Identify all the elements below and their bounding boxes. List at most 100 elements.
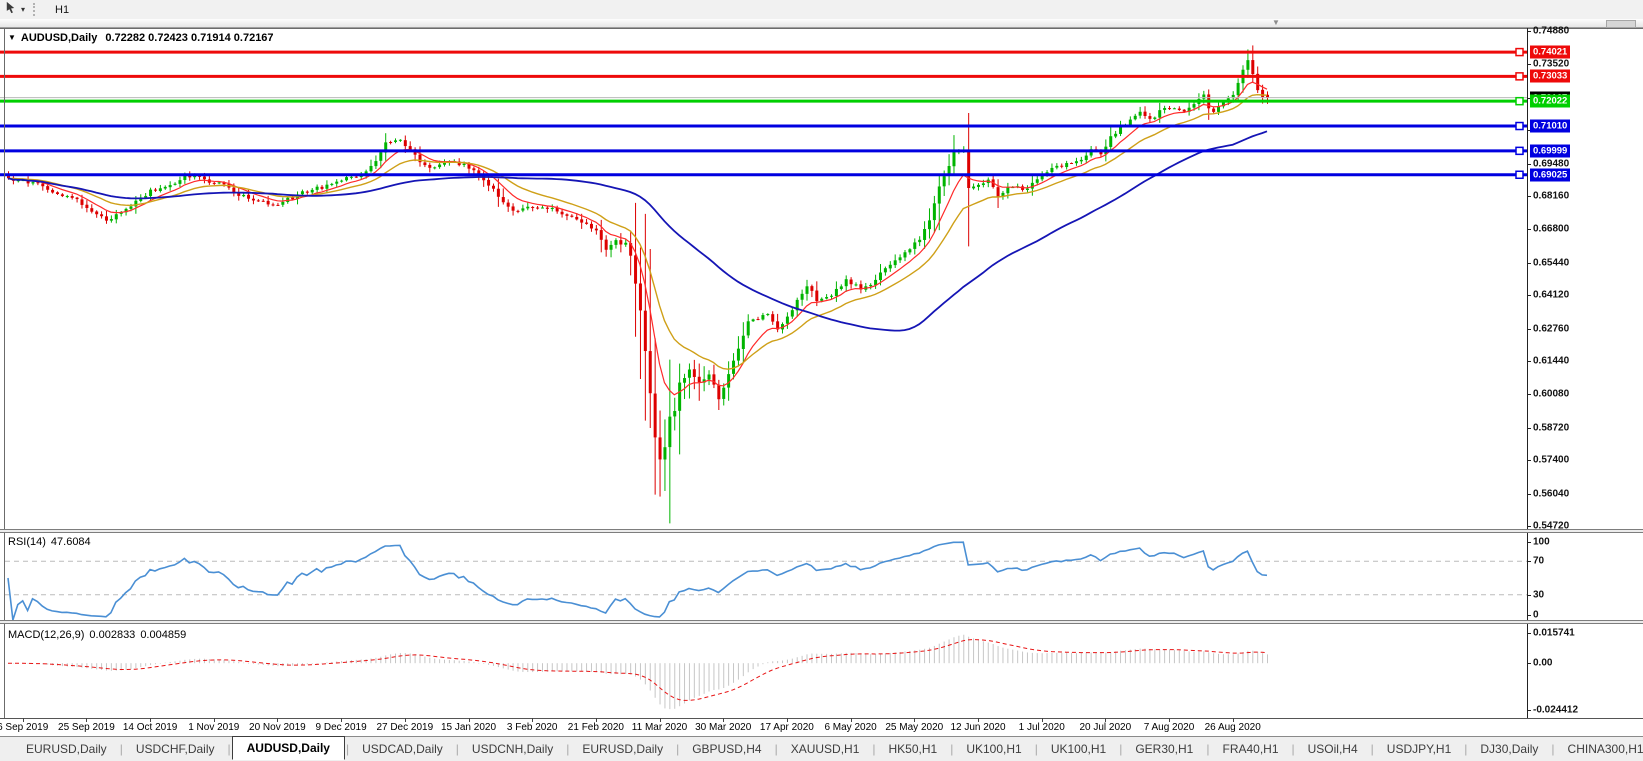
macd-histogram [8, 634, 1268, 710]
price-line-label: 0.74021 [1530, 45, 1571, 59]
chart-tab-usoil-h4[interactable]: USOil,H4 [1296, 739, 1370, 759]
price-line-marker[interactable] [1515, 121, 1524, 131]
moving-average-ema8 [7, 81, 1268, 396]
rsi-tick-mark [1527, 561, 1531, 563]
price-tick-mark [1527, 64, 1531, 66]
rsi-indicator-value: 47.6084 [50, 536, 91, 548]
cursor-tool-button[interactable]: ▾ [0, 1, 29, 18]
macd-signal-line [8, 639, 1268, 701]
chart-tab-eurusd-daily[interactable]: EURUSD,Daily [570, 739, 675, 759]
trading-platform-window: ▾ M1M5M15M30H1H4D1W1MN ▼ ▼ AUDUSD,Daily 0.… [0, 0, 1643, 761]
rsi-tick-mark [1527, 615, 1531, 616]
chart-symbol-period: AUDUSD,Daily [20, 32, 98, 44]
date-tick-label: 26 Aug 2020 [1204, 722, 1261, 733]
tab-separator: | [1034, 742, 1038, 756]
macd-signal-value: 0.004859 [140, 629, 187, 641]
chart-tab-gbpusd-h4[interactable]: GBPUSD,H4 [680, 739, 773, 759]
tab-separator: | [676, 742, 680, 756]
chart-tab-china300-h1[interactable]: CHINA300,H1 [1556, 739, 1643, 759]
chart-tab-audusd-daily[interactable]: AUDUSD,Daily [231, 735, 345, 760]
price-tick-label: 0.64120 [1533, 289, 1570, 301]
chart-canvas[interactable] [0, 28, 1643, 719]
price-line-label: 0.72022 [1530, 94, 1571, 108]
chart-tab-uk100-h1[interactable]: UK100,H1 [1039, 739, 1118, 759]
chart-tab-fra40-h1[interactable]: FRA40,H1 [1210, 739, 1290, 759]
chart-area[interactable]: ▼ AUDUSD,Daily 0.72282 0.72423 0.71914 0.7… [0, 25, 1643, 736]
chart-ohlc-values: 0.72282 0.72423 0.71914 0.72167 [105, 32, 274, 44]
price-tick-mark [1527, 196, 1531, 197]
chart-scrollbar[interactable]: ▼ [0, 19, 1643, 28]
chart-tab-hk50-h1[interactable]: HK50,H1 [877, 739, 950, 759]
price-tick-label: 0.60080 [1533, 388, 1570, 400]
price-tick-mark [1527, 460, 1531, 462]
panel-splitter-macd[interactable] [0, 620, 1643, 624]
price-tick-label: 0.57400 [1533, 454, 1570, 466]
price-tick-mark [1527, 328, 1531, 330]
price-line-marker[interactable] [1515, 72, 1524, 81]
price-line-marker[interactable] [1515, 146, 1524, 156]
tab-separator: | [1551, 742, 1555, 756]
rsi-panel-header: RSI(14) 47.6084 [8, 536, 96, 548]
macd-scale-label: -0.024412 [1533, 704, 1579, 716]
collapse-arrow-icon[interactable]: ▼ [8, 33, 16, 42]
tab-separator: | [774, 742, 778, 756]
price-line-label: 0.69999 [1530, 144, 1571, 158]
chart-tab-dj30-daily[interactable]: DJ30,Daily [1468, 739, 1550, 759]
moving-average-sma55 [7, 130, 1268, 332]
chart-tab-bar: EURUSD,Daily | USDCHF,Daily | AUDUSD,Daily | U… [0, 735, 1643, 761]
price-tick-label: 0.62760 [1533, 323, 1570, 335]
price-tick-mark [1527, 295, 1531, 297]
price-line-label: 0.71010 [1530, 119, 1571, 133]
price-line-marker[interactable] [1515, 170, 1524, 180]
chart-tab-xauusd-h1[interactable]: XAUUSD,H1 [779, 739, 872, 759]
rsi-tick-mark [1527, 542, 1531, 543]
timeframe-toolbar: ▾ M1M5M15M30H1H4D1W1MN [0, 0, 1643, 80]
chevron-down-icon[interactable]: ▾ [21, 5, 25, 14]
tab-separator: | [872, 742, 876, 756]
price-tick-label: 0.65440 [1533, 257, 1570, 269]
rsi-scale-label: 0 [1533, 609, 1539, 621]
price-line-marker[interactable] [1515, 47, 1524, 57]
rsi-scale-label: 70 [1533, 555, 1545, 567]
scrollbar-thumb[interactable] [1606, 20, 1636, 28]
panel-splitter-rsi[interactable] [0, 529, 1643, 533]
chart-tab-usdcad-daily[interactable]: USDCAD,Daily [350, 739, 455, 759]
chart-tab-eurusd-daily[interactable]: EURUSD,Daily [14, 739, 119, 759]
chart-tab-usdchf-daily[interactable]: USDCHF,Daily [124, 739, 227, 759]
price-tick-mark [1527, 493, 1531, 495]
macd-indicator-value: 0.002833 [89, 629, 136, 641]
price-tick-mark [1527, 361, 1531, 362]
price-tick-label: 0.58720 [1533, 422, 1570, 434]
toolbar-grip[interactable] [33, 3, 39, 16]
timeframe-button-h1[interactable]: H1 [46, 2, 85, 18]
tab-separator: | [1291, 742, 1295, 756]
chart-top-border [0, 28, 1643, 29]
price-tick-label: 0.66800 [1533, 223, 1570, 235]
tab-separator: | [227, 742, 231, 756]
price-tick-label: 0.54720 [1533, 520, 1570, 532]
chart-tab-usdjpy-h1[interactable]: USDJPY,H1 [1375, 739, 1463, 759]
chart-tabs: EURUSD,Daily | USDCHF,Daily | AUDUSD,Daily | U… [14, 735, 1643, 760]
macd-tick-mark [1527, 663, 1531, 665]
tab-separator: | [1464, 742, 1468, 756]
price-line-marker[interactable] [1515, 96, 1524, 106]
price-tick-mark [1527, 427, 1531, 429]
chart-tab-ger30-h1[interactable]: GER30,H1 [1123, 739, 1205, 759]
rsi-scale-label: 30 [1533, 589, 1545, 601]
price-tick-mark [1527, 394, 1531, 396]
chart-left-border [4, 28, 5, 718]
tab-separator: | [455, 742, 459, 756]
chart-shift-marker[interactable]: ▼ [1272, 19, 1280, 27]
price-tick-label: 0.74880 [1533, 25, 1570, 37]
macd-indicator-label: MACD(12,26,9) [8, 629, 85, 641]
tab-separator: | [1119, 742, 1123, 756]
macd-scale-label: 0.015741 [1533, 627, 1575, 639]
candlestick-series [7, 45, 1269, 524]
tab-separator: | [1206, 742, 1210, 756]
rsi-tick-mark [1527, 594, 1531, 596]
cursor-tool-icon [4, 1, 17, 19]
chart-tab-uk100-h1[interactable]: UK100,H1 [954, 739, 1033, 759]
chart-tab-usdcnh-daily[interactable]: USDCNH,Daily [460, 739, 565, 759]
price-tick-label: 0.73520 [1533, 58, 1570, 70]
macd-tick-mark [1527, 633, 1531, 634]
